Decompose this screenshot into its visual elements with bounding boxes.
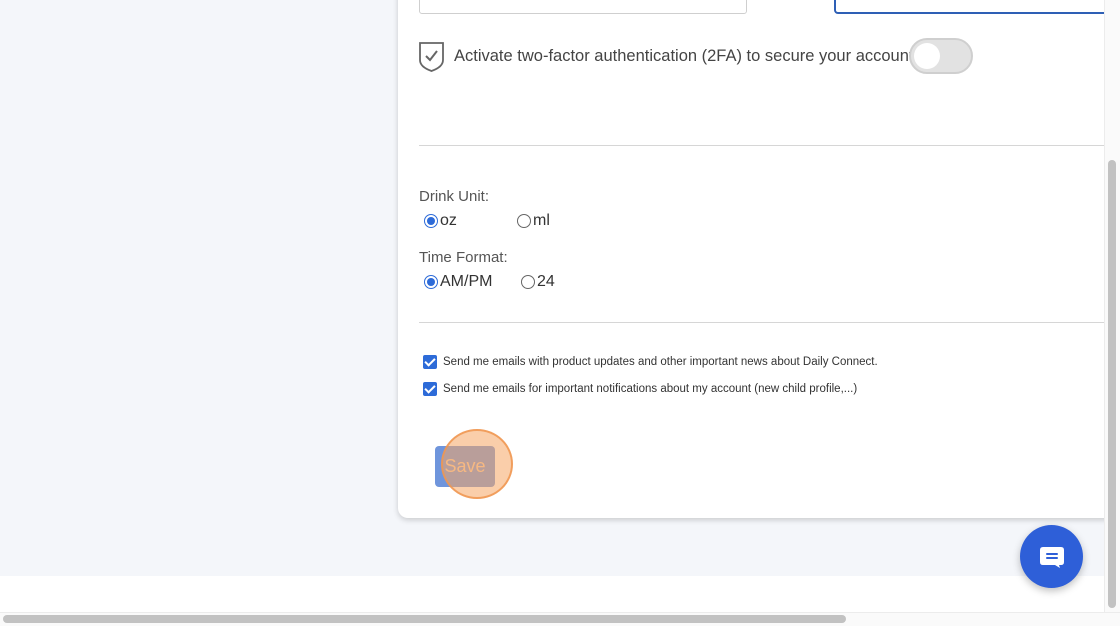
radio-label-oz: oz xyxy=(440,212,457,229)
radio-ampm[interactable] xyxy=(424,275,438,289)
time-format-label: Time Format: xyxy=(419,249,508,266)
radio-label-24: 24 xyxy=(537,273,555,290)
radio-24[interactable] xyxy=(521,275,535,289)
drink-unit-option-ml[interactable]: ml xyxy=(517,212,550,230)
toggle-knob xyxy=(914,43,940,69)
email-account-notifications-label: Send me emails for important notificatio… xyxy=(443,383,858,395)
radio-label-ampm: AM/PM xyxy=(440,273,493,290)
time-format-option-ampm[interactable]: AM/PM xyxy=(424,273,492,291)
email-product-updates-row[interactable]: Send me emails with product updates and … xyxy=(423,355,878,369)
email-account-notifications-row[interactable]: Send me emails for important notificatio… xyxy=(423,382,857,396)
save-button[interactable]: Save xyxy=(435,446,495,487)
text-input-partial[interactable] xyxy=(419,0,747,14)
radio-oz[interactable] xyxy=(424,214,438,228)
horizontal-scrollbar-thumb[interactable] xyxy=(3,615,846,623)
focused-input-partial[interactable] xyxy=(834,0,1120,14)
drink-unit-label: Drink Unit: xyxy=(419,188,490,205)
chat-bubble-icon xyxy=(1039,546,1064,568)
twofa-toggle[interactable] xyxy=(909,38,973,74)
section-divider xyxy=(419,145,1109,146)
email-product-updates-checkbox[interactable] xyxy=(423,355,437,369)
email-account-notifications-checkbox[interactable] xyxy=(423,382,437,396)
twofa-label: Activate two-factor authentication (2FA)… xyxy=(454,46,919,65)
radio-label-ml: ml xyxy=(533,212,550,229)
shield-check-icon xyxy=(419,41,444,72)
vertical-scrollbar-thumb[interactable] xyxy=(1108,160,1116,608)
section-divider xyxy=(419,322,1109,323)
time-format-option-24[interactable]: 24 xyxy=(521,273,555,291)
chat-button[interactable] xyxy=(1020,525,1083,588)
radio-ml[interactable] xyxy=(517,214,531,228)
twofa-row: Activate two-factor authentication (2FA)… xyxy=(418,38,918,74)
email-product-updates-label: Send me emails with product updates and … xyxy=(443,356,878,368)
drink-unit-option-oz[interactable]: oz xyxy=(424,212,457,230)
